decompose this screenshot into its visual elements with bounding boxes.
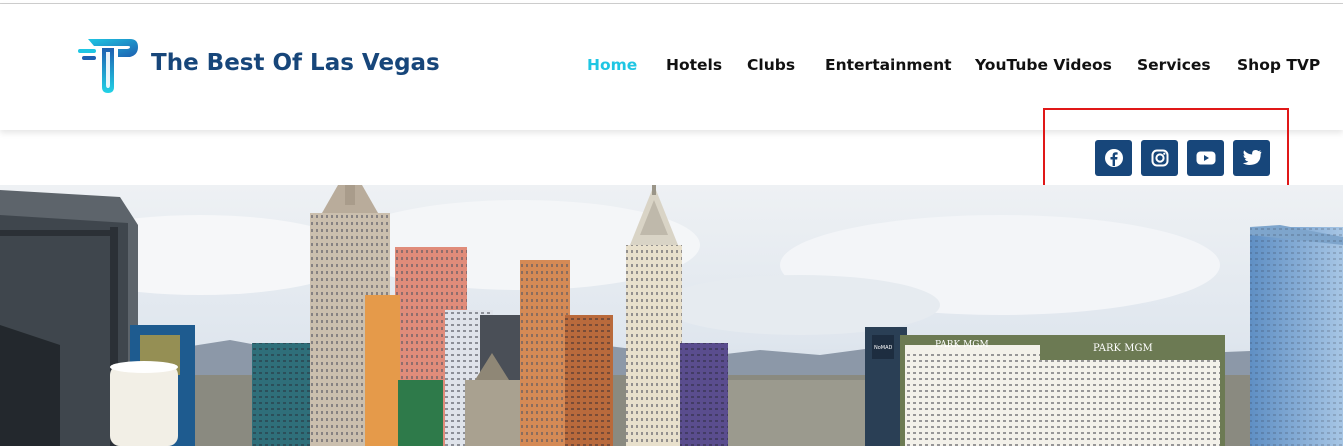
park-mgm-sign-left: PARK MGM xyxy=(935,340,989,350)
youtube-button[interactable] xyxy=(1187,140,1224,176)
facebook-button[interactable] xyxy=(1095,140,1132,176)
instagram-icon xyxy=(1151,149,1168,167)
nav-item-shop-tvp[interactable]: Shop TVP xyxy=(1237,56,1320,74)
twitter-icon xyxy=(1242,150,1261,165)
facebook-icon xyxy=(1104,149,1123,167)
site-logo[interactable] xyxy=(78,35,140,95)
skyline-illustration: PARK MGM PARK MGM NoMAD xyxy=(0,185,1343,446)
twitter-button[interactable] xyxy=(1233,140,1270,176)
nav-item-youtube-videos[interactable]: YouTube Videos xyxy=(975,56,1112,74)
tp-logo-icon xyxy=(78,39,138,93)
site-title[interactable]: The Best Of Las Vegas xyxy=(151,50,440,76)
park-mgm-sign-right: PARK MGM xyxy=(1093,343,1153,354)
nomad-sign: NoMAD xyxy=(874,345,893,351)
nav-item-services[interactable]: Services xyxy=(1137,56,1211,74)
nav-item-clubs[interactable]: Clubs xyxy=(747,56,795,74)
nav-item-hotels[interactable]: Hotels xyxy=(666,56,722,74)
hero-image: PARK MGM PARK MGM NoMAD xyxy=(0,185,1343,446)
youtube-icon xyxy=(1196,151,1215,165)
instagram-button[interactable] xyxy=(1141,140,1178,176)
nav-item-entertainment[interactable]: Entertainment xyxy=(825,56,952,74)
nav-item-home[interactable]: Home xyxy=(587,56,637,74)
